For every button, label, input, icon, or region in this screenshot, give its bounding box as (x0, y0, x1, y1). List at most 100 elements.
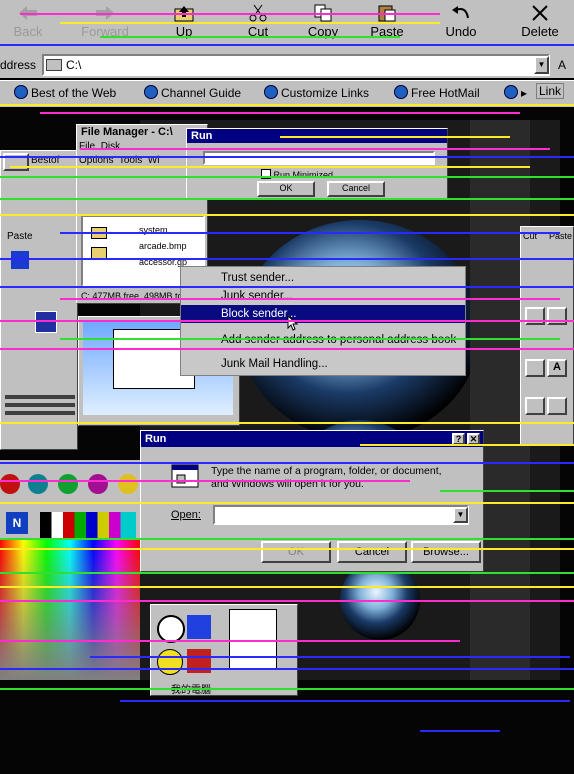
back-button[interactable]: Back (4, 4, 52, 48)
paste-button[interactable]: Paste (364, 4, 410, 48)
run-ok-button[interactable]: OK (261, 541, 331, 563)
forward-button[interactable]: Forward (70, 4, 140, 48)
netscape-icon[interactable]: N (6, 512, 28, 534)
pencil-tool-button[interactable] (525, 307, 545, 325)
menu-disk[interactable]: Disk (101, 141, 120, 152)
address-right-fragment: A (558, 58, 567, 72)
links-label[interactable]: Link (536, 83, 565, 99)
question-mark-icon: ? (455, 434, 462, 444)
copy-label: Copy (307, 24, 339, 39)
ie-page-icon (504, 85, 518, 99)
up-button[interactable]: Up (162, 4, 206, 48)
menu-item-trust-sender[interactable]: Trust sender... (181, 269, 465, 287)
address-input[interactable]: C:\ (42, 54, 550, 76)
left-panel: Bestof Paste (0, 150, 78, 450)
delete-label: Delete (521, 24, 559, 39)
up-label: Up (175, 24, 193, 39)
copy-button[interactable]: Copy (300, 4, 346, 48)
open-input[interactable] (213, 505, 469, 525)
link-label: Customize Links (281, 86, 370, 100)
list-item[interactable]: system (139, 225, 168, 235)
color-spectrum[interactable] (0, 540, 140, 680)
link-customize-links[interactable]: Customize Links (264, 85, 369, 100)
ie-page-icon (264, 85, 278, 99)
undo-icon (452, 6, 469, 19)
undo-button[interactable]: Undo (438, 4, 484, 48)
link-channel-guide[interactable]: Channel Guide (144, 85, 241, 100)
right-label-cut: Cut (523, 231, 538, 241)
menu-item-block-sender[interactable]: Block sender... (181, 305, 465, 323)
menu-item-junk-sender[interactable]: Junk sender... (181, 287, 465, 305)
close-button[interactable]: ✕ (467, 433, 480, 445)
folder-icon (91, 247, 107, 259)
junk-mail-context-menu: Trust sender... Junk sender... Block sen… (180, 266, 466, 376)
menu-file[interactable]: File (79, 141, 95, 152)
toolbar-button[interactable] (3, 153, 29, 171)
address-dropdown-button[interactable]: ▼ (534, 56, 549, 74)
fill-tool-button[interactable] (525, 359, 545, 377)
list-item[interactable]: arcade.bmp (139, 241, 187, 251)
undo-label: Undo (445, 24, 477, 39)
clipboard-icon (378, 5, 396, 22)
smiley-icon[interactable] (157, 649, 183, 675)
cut-button[interactable]: Cut (236, 4, 280, 48)
line-tool-button[interactable] (525, 397, 545, 415)
back-label: Back (13, 24, 43, 39)
run-cancel-button[interactable]: Cancel (337, 541, 407, 563)
left-label-bestof: Bestof (31, 155, 60, 166)
drive-icon (46, 59, 62, 71)
app-round-icon[interactable] (0, 474, 20, 494)
file-manager-menubar: File Disk (79, 141, 120, 152)
links-overflow-button[interactable]: ▸ (504, 85, 527, 100)
run-small-ok-button[interactable]: OK (257, 181, 315, 197)
link-free-hotmail[interactable]: Free HotMail (394, 85, 480, 100)
app-icon[interactable] (35, 311, 57, 333)
delete-x-icon (532, 5, 548, 21)
app-round-icon[interactable] (118, 474, 138, 494)
run-browse-button[interactable]: Browse... (411, 541, 481, 563)
ie-page-icon (144, 85, 158, 99)
menu-tools[interactable]: Tools (119, 155, 142, 166)
delete-button[interactable]: Delete (512, 4, 568, 48)
forward-arrow-icon (96, 6, 114, 20)
color-swatches[interactable] (40, 512, 136, 538)
app-round-icon[interactable] (28, 474, 48, 494)
app-round-icon[interactable] (88, 474, 108, 494)
app-round-icon[interactable] (58, 474, 78, 494)
status-bars (5, 391, 75, 439)
magnifier-tool-button[interactable] (547, 307, 567, 325)
paste-label: Paste (370, 24, 404, 39)
app-icon[interactable] (11, 251, 29, 269)
menu-item-add-to-address-book[interactable]: Add sender address to personal address b… (181, 331, 465, 349)
folder-up-icon (174, 6, 194, 22)
picture-icon[interactable] (187, 615, 211, 639)
run-minimized-checkbox[interactable]: Run Minimized (261, 169, 333, 180)
desktop-icons-window: 我的電腦 (150, 604, 298, 696)
open-label: Open: (171, 509, 201, 521)
run-small-input[interactable] (203, 151, 435, 165)
chevron-down-icon: ▼ (456, 510, 465, 519)
address-value: C:\ (66, 58, 82, 72)
checkbox-box (261, 169, 271, 179)
playing-card-icon[interactable] (229, 609, 277, 669)
cut-label: Cut (247, 24, 269, 39)
rectangle-tool-button[interactable] (547, 397, 567, 415)
scissors-icon (249, 4, 267, 22)
link-best-of-the-web[interactable]: Best of the Web (14, 85, 116, 100)
forward-label: Forward (81, 24, 129, 39)
help-button[interactable]: ? (452, 433, 465, 445)
run-small-title: Run (187, 129, 447, 143)
panda-icon[interactable] (157, 615, 185, 643)
menu-item-junk-mail-handling[interactable]: Junk Mail Handling... (181, 355, 465, 373)
run-small-cancel-button[interactable]: Cancel (327, 181, 385, 197)
menu-window[interactable]: Wi (148, 155, 160, 166)
chevron-right-icon: ▸ (521, 86, 528, 100)
game-icon[interactable] (187, 649, 211, 673)
ie-page-icon (394, 85, 408, 99)
text-tool-button[interactable]: A (547, 359, 567, 377)
back-arrow-icon (19, 6, 37, 20)
menu-options[interactable]: Options (79, 155, 113, 166)
right-label-paste: Paste (549, 231, 573, 241)
link-label: Channel Guide (161, 86, 242, 100)
open-dropdown-button[interactable]: ▼ (453, 507, 468, 523)
